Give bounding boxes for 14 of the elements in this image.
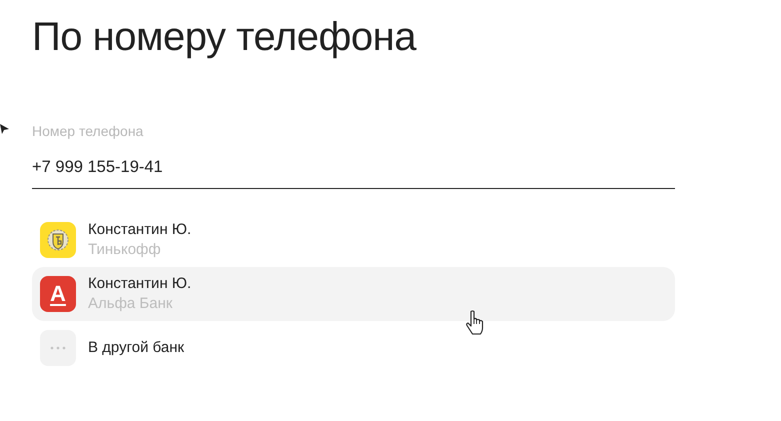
recipient-name: Константин Ю. (88, 220, 192, 240)
pointer-cursor-icon (0, 124, 9, 134)
phone-input-field[interactable]: +7 999 155-19-41 (32, 157, 675, 189)
recipient-item[interactable]: Константин Ю. Тинькофф (32, 213, 675, 267)
hand-cursor-icon (464, 310, 486, 336)
page-title: По номеру телефона (32, 14, 418, 61)
more-icon (40, 330, 76, 366)
bank-name: Тинькофф (88, 240, 162, 260)
recipient-name: В другой банк (88, 338, 184, 358)
recipient-name: Константин Ю. (88, 274, 192, 294)
recipient-item[interactable]: В другой банк (32, 321, 675, 375)
field-label: Номер телефона (32, 122, 144, 140)
bank-logo: А (40, 276, 76, 312)
shield-logo-icon (40, 222, 76, 258)
